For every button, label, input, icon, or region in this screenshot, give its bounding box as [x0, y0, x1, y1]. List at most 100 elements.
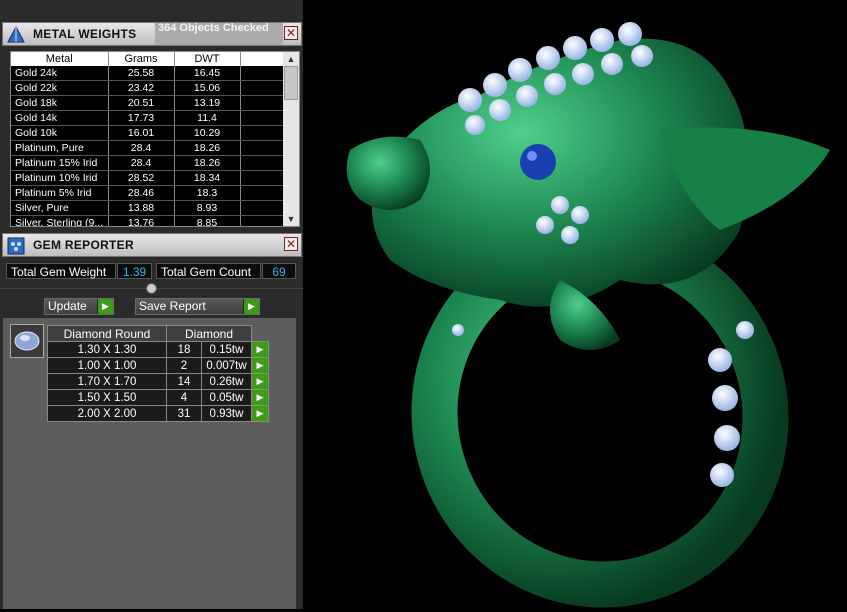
metal-weights-table: Metal Grams DWT Gold 24k 25.58 16.45 Gold 2… — [10, 51, 300, 227]
gem-table: Diamond Round Diamond 1.30 X 1.30 18 0.15t… — [47, 325, 269, 422]
dwt-cell: 18.3 — [174, 185, 241, 201]
gem-weight-cell: 0.26tw — [201, 373, 252, 390]
table-row[interactable]: Gold 22k 23.42 15.06 — [11, 80, 286, 96]
grams-cell: 28.4 — [108, 155, 175, 171]
gem-table-header-row: Diamond Round Diamond — [47, 325, 269, 342]
gem-reporter-icon — [7, 237, 25, 255]
dwt-cell: 8.93 — [174, 200, 241, 216]
dwt-cell: 15.06 — [174, 80, 241, 96]
blank-cell — [240, 215, 286, 226]
blank-cell — [240, 140, 286, 156]
metal-cell: Silver, Pure — [11, 200, 109, 216]
blank-cell — [240, 95, 286, 111]
blank-cell — [240, 125, 286, 141]
dragon-eye — [520, 144, 556, 180]
grams-cell: 13.88 — [108, 200, 175, 216]
grams-cell: 28.46 — [108, 185, 175, 201]
update-button-label: Update — [48, 299, 87, 313]
gem-weight-cell: 0.05tw — [201, 389, 252, 406]
scroll-thumb[interactable] — [284, 66, 298, 100]
table-row[interactable]: Platinum, Pure 28.4 18.26 — [11, 140, 286, 156]
table-row[interactable]: Silver, Sterling (9... 13.76 8.85 — [11, 215, 286, 226]
metal-cell: Platinum 15% Irid — [11, 155, 109, 171]
column-header-blank — [240, 52, 286, 66]
blank-cell — [240, 170, 286, 186]
gem-size-cell: 1.50 X 1.50 — [47, 389, 167, 406]
total-gem-weight-label: Total Gem Weight — [6, 263, 116, 279]
metal-weights-icon — [7, 25, 25, 43]
go-arrow-icon[interactable]: ▶ — [251, 373, 269, 390]
metal-cell: Gold 14k — [11, 110, 109, 126]
close-icon[interactable]: ✕ — [284, 237, 298, 251]
dwt-cell: 8.85 — [174, 215, 241, 226]
column-header-dwt[interactable]: DWT — [174, 52, 241, 66]
grams-cell: 16.01 — [108, 125, 175, 141]
grams-cell: 13.76 — [108, 215, 175, 226]
dwt-cell: 11.4 — [174, 110, 241, 126]
save-report-button[interactable]: Save Report ▶ — [135, 298, 260, 315]
dwt-cell: 16.45 — [174, 66, 241, 81]
table-row[interactable]: Gold 18k 20.51 13.19 — [11, 95, 286, 111]
metal-cell: Silver, Sterling (9... — [11, 215, 109, 226]
metal-cell: Platinum 5% Irid — [11, 185, 109, 201]
table-row[interactable]: Platinum 10% Irid 28.52 18.34 — [11, 170, 286, 186]
gem-size-cell: 2.00 X 2.00 — [47, 405, 167, 422]
scrollbar[interactable]: ▲ ▼ — [283, 52, 299, 226]
gem-reporter-header: GEM REPORTER ✕ — [2, 233, 302, 257]
gem-row[interactable]: 1.00 X 1.00 2 0.007tw ▶ — [47, 357, 269, 374]
close-icon[interactable]: ✕ — [284, 26, 298, 40]
metal-cell: Gold 24k — [11, 66, 109, 81]
save-report-button-label: Save Report — [139, 299, 206, 313]
table-header-row: Metal Grams DWT — [11, 52, 286, 66]
go-arrow-icon: ▶ — [243, 299, 259, 314]
grams-cell: 23.42 — [108, 80, 175, 96]
blank-cell — [240, 155, 286, 171]
dwt-cell: 18.26 — [174, 155, 241, 171]
column-header-grams[interactable]: Grams — [108, 52, 175, 66]
gem-weight-cell: 0.15tw — [201, 341, 252, 358]
go-arrow-icon[interactable]: ▶ — [251, 341, 269, 358]
gem-weight-cell: 0.93tw — [201, 405, 252, 422]
blank-cell — [240, 185, 286, 201]
blank-cell — [240, 110, 286, 126]
go-arrow-icon[interactable]: ▶ — [251, 357, 269, 374]
scroll-down-icon[interactable]: ▼ — [283, 212, 299, 226]
gem-weight-cell: 0.007tw — [201, 357, 252, 374]
gem-header-type: Diamond — [166, 325, 252, 342]
gem-row[interactable]: 1.70 X 1.70 14 0.26tw ▶ — [47, 373, 269, 390]
dwt-cell: 10.29 — [174, 125, 241, 141]
go-arrow-icon[interactable]: ▶ — [251, 389, 269, 406]
dwt-cell: 13.19 — [174, 95, 241, 111]
table-row[interactable]: Gold 24k 25.58 16.45 — [11, 66, 286, 81]
gem-row[interactable]: 2.00 X 2.00 31 0.93tw ▶ — [47, 405, 269, 422]
diamond-icon — [10, 324, 44, 358]
gem-count-cell: 2 — [166, 357, 202, 374]
scroll-up-icon[interactable]: ▲ — [283, 52, 299, 66]
gem-size-cell: 1.00 X 1.00 — [47, 357, 167, 374]
metal-cell: Gold 10k — [11, 125, 109, 141]
table-row[interactable]: Silver, Pure 13.88 8.93 — [11, 200, 286, 216]
update-button[interactable]: Update ▶ — [44, 298, 114, 315]
go-arrow-icon: ▶ — [97, 299, 113, 314]
go-arrow-icon[interactable]: ▶ — [251, 405, 269, 422]
column-header-metal[interactable]: Metal — [11, 52, 109, 66]
gem-row[interactable]: 1.50 X 1.50 4 0.05tw ▶ — [47, 389, 269, 406]
gem-row[interactable]: 1.30 X 1.30 18 0.15tw ▶ — [47, 341, 269, 358]
table-row[interactable]: Gold 14k 17.73 11.4 — [11, 110, 286, 126]
blank-cell — [240, 66, 286, 81]
gem-count-cell: 14 — [166, 373, 202, 390]
total-gem-count-label: Total Gem Count — [156, 263, 261, 279]
metal-weights-header: METAL WEIGHTS 364 Objects Checked ✕ — [2, 22, 302, 46]
panel-resize-handle[interactable] — [146, 283, 157, 294]
table-row[interactable]: Platinum 15% Irid 28.4 18.26 — [11, 155, 286, 171]
side-panel: METAL WEIGHTS 364 Objects Checked ✕ Meta… — [0, 0, 303, 609]
grams-cell: 25.58 — [108, 66, 175, 81]
grams-cell: 28.4 — [108, 140, 175, 156]
table-row[interactable]: Gold 10k 16.01 10.29 — [11, 125, 286, 141]
table-row[interactable]: Platinum 5% Irid 28.46 18.3 — [11, 185, 286, 201]
gem-size-cell: 1.70 X 1.70 — [47, 373, 167, 390]
objects-checked: 364 Objects Checked — [155, 23, 283, 45]
dwt-cell: 18.26 — [174, 140, 241, 156]
gem-count-cell: 31 — [166, 405, 202, 422]
metal-cell: Gold 18k — [11, 95, 109, 111]
